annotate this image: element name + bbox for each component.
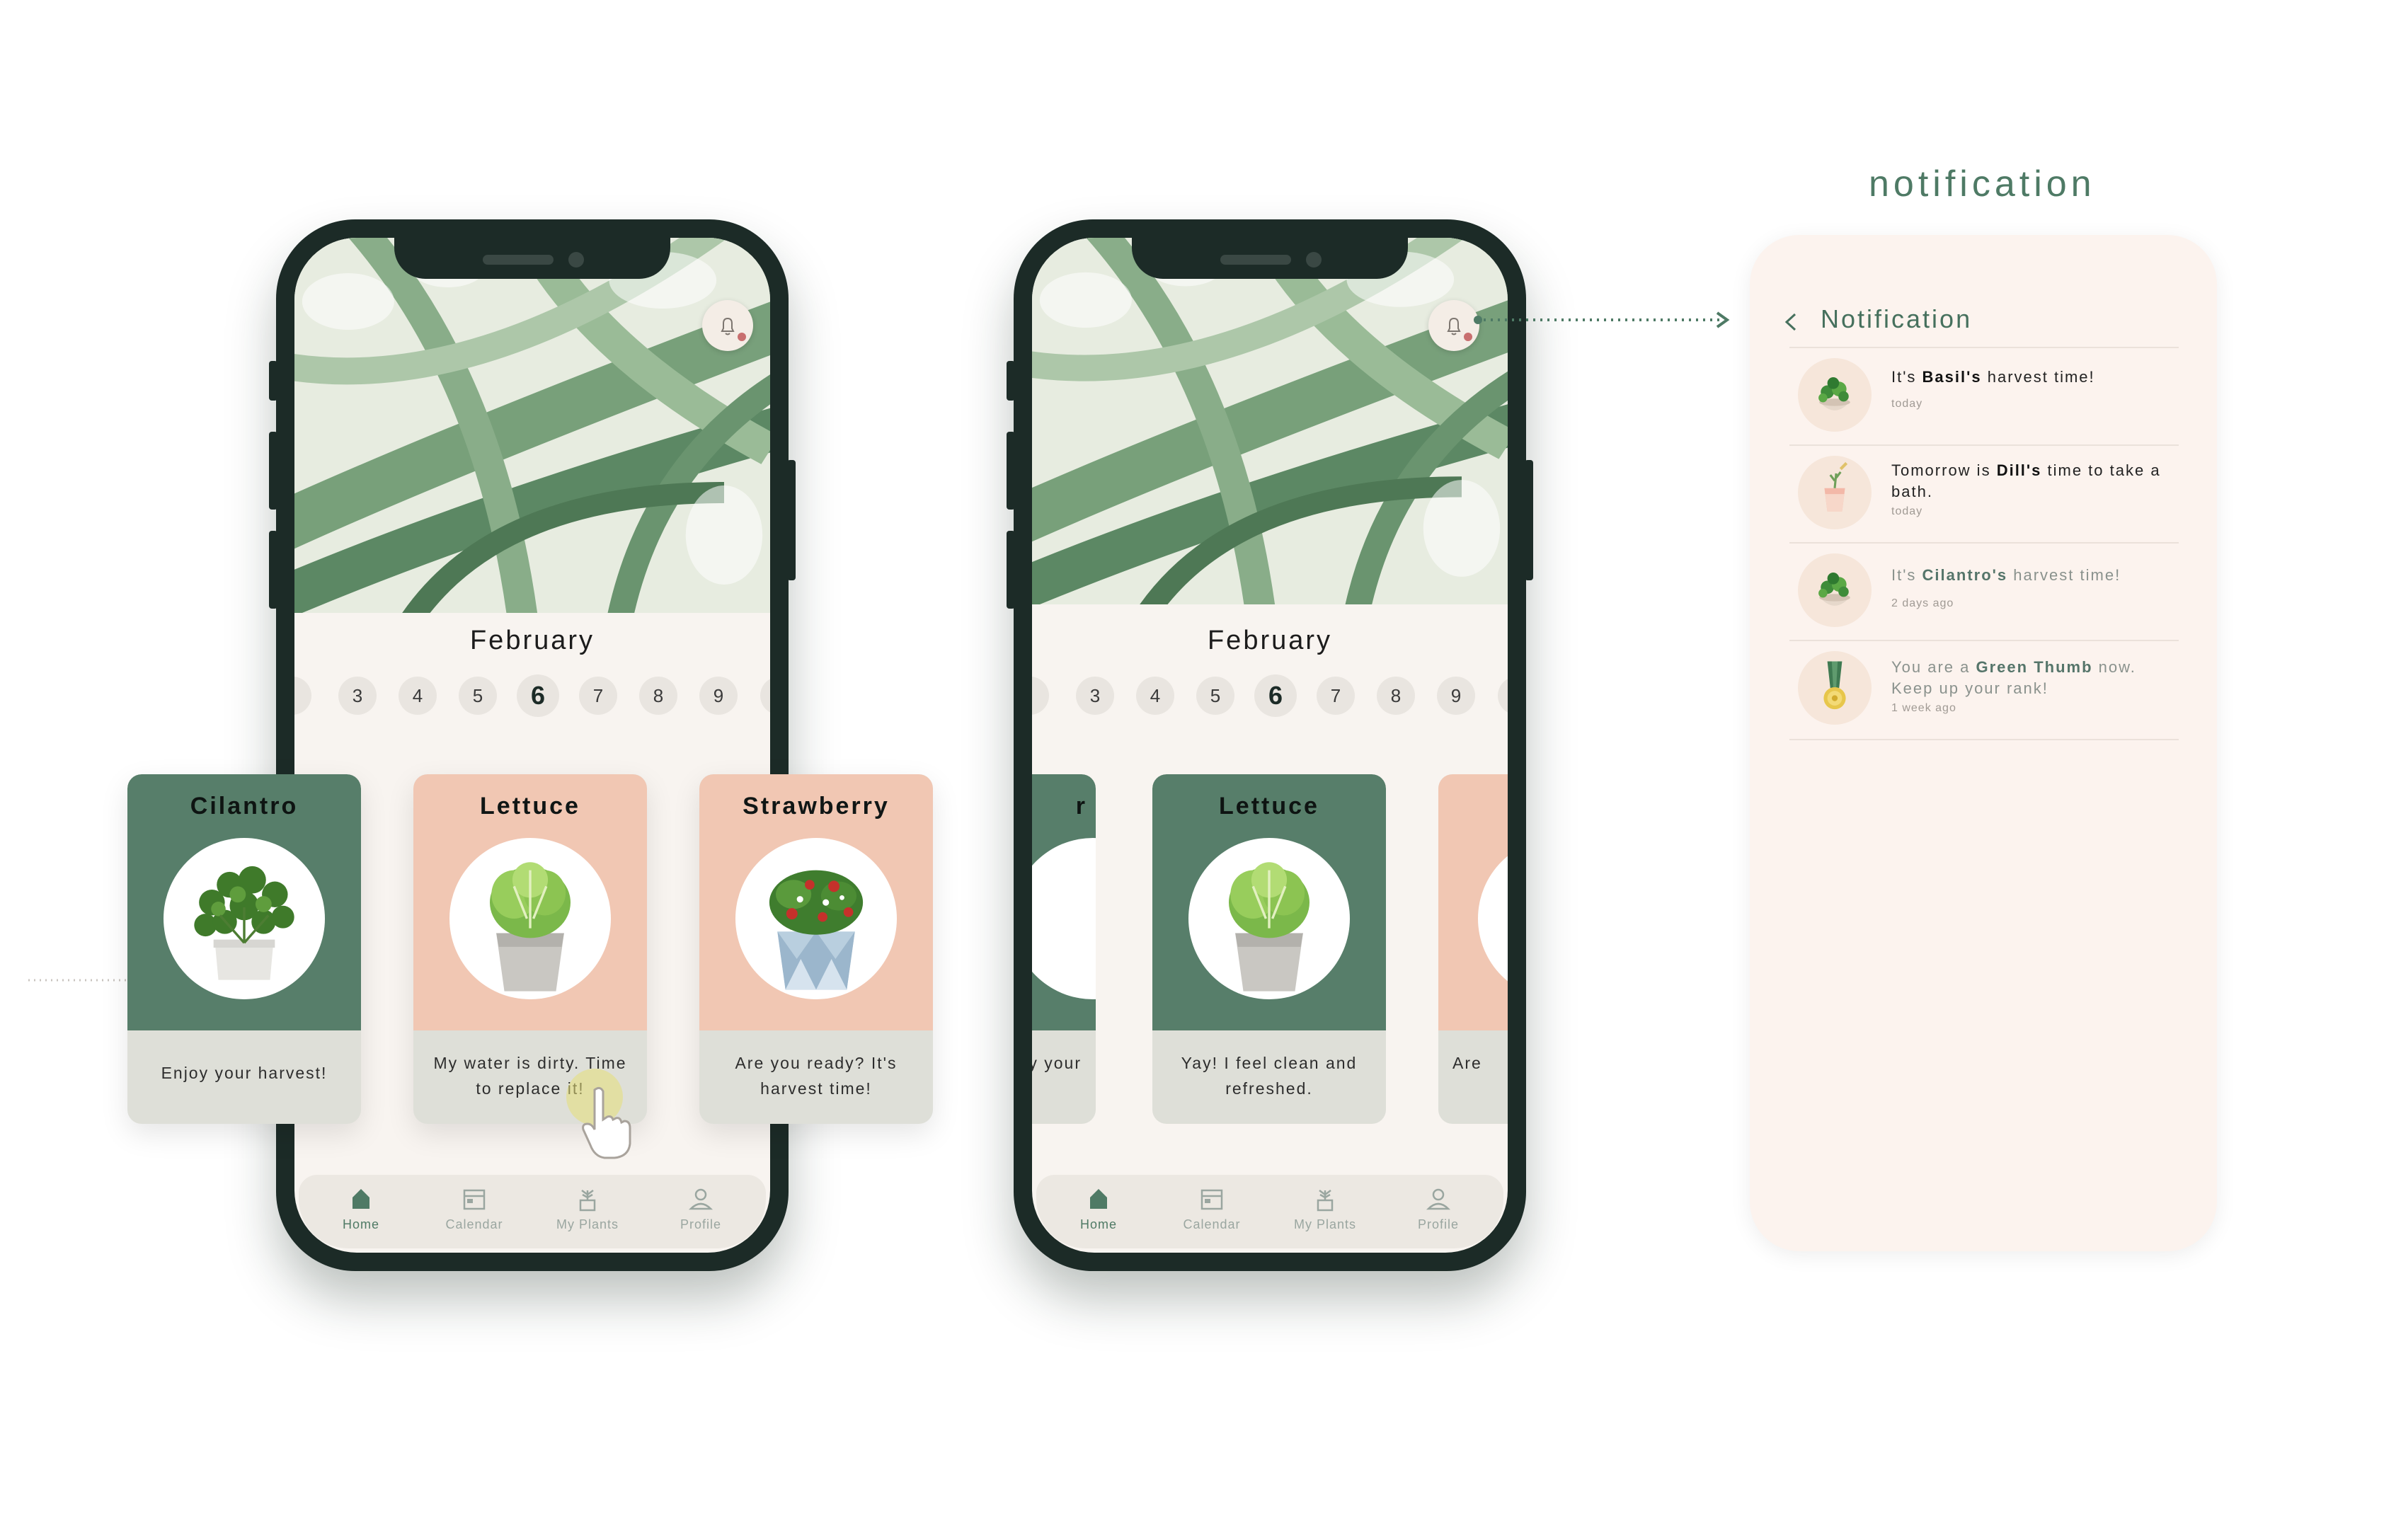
date-3[interactable]: 3 [1076,677,1114,715]
hand-pointer-icon [582,1086,631,1159]
notification-bell-icon[interactable] [702,300,753,351]
plant-card-lettuce[interactable]: Lettuce Yay! I feel clean and refreshed. [1152,774,1386,1124]
date-4[interactable]: 4 [399,677,437,715]
tab-home[interactable]: Home [1049,1185,1148,1232]
section-title: notification [1869,163,2096,205]
tab-my-plants[interactable]: My Plants [1276,1185,1375,1232]
hero-leaf-photo [1032,238,1508,604]
profile-icon [687,1185,715,1213]
date-3[interactable]: 3 [338,677,377,715]
tab-bar: Home Calendar My Plants Profile [299,1175,766,1248]
profile-icon [1424,1185,1452,1213]
card-message: Enjoy your harvest! [161,1064,328,1082]
notification-screen: Notification It's Basil's harvest time! t… [1750,235,2217,1251]
date-5[interactable]: 5 [1196,677,1234,715]
dill-icon [1798,456,1872,529]
date-7[interactable]: 7 [579,677,617,715]
plant-card-partial-right[interactable]: Are [1438,774,1508,1124]
tab-profile[interactable]: Profile [651,1185,750,1232]
plant-icon [1311,1185,1339,1213]
tab-home[interactable]: Home [311,1185,411,1232]
notification-bell-icon[interactable] [1428,300,1479,351]
card-message: Are you ready? It's harvest time! [735,1054,898,1098]
plant-card-partial-left[interactable]: r y your [1032,774,1096,1124]
tab-calendar[interactable]: Calendar [425,1185,524,1232]
date-partial[interactable] [760,677,770,715]
cilantro-icon [1798,553,1872,627]
notification-item[interactable]: Tomorrow is Dill's time to take a bath. t… [1789,444,2179,544]
month-title: February [1207,626,1333,655]
medal-icon [1798,651,1872,725]
plant-card-lettuce[interactable]: Lettuce My water is dirty. Time to repla… [413,774,647,1124]
date-strip[interactable]: 3 4 5 6 7 8 9 [1032,674,1508,719]
date-9[interactable]: 9 [699,677,738,715]
unread-dot [738,333,746,341]
home-icon [347,1185,375,1213]
plant-card-strawberry[interactable]: Strawberry Are you ready? It's harvest t… [699,774,933,1124]
connector-line-left [28,979,127,982]
calendar-icon [460,1185,488,1213]
chevron-left-icon[interactable] [1782,311,1799,333]
calendar-icon [1198,1185,1226,1213]
date-8[interactable]: 8 [1377,677,1415,715]
date-partial[interactable] [1498,677,1508,715]
date-partial[interactable] [294,677,311,715]
notification-item[interactable]: It's Cilantro's harvest time! 2 days ago [1789,542,2179,641]
unread-dot [1464,333,1472,341]
notification-header: Notification [1821,304,1973,333]
phone-right: February 3 4 5 6 7 8 9 r y your Lettuce … [1007,219,1533,1271]
date-5[interactable]: 5 [459,677,497,715]
plant-icon [573,1185,602,1213]
notification-item[interactable]: You are a Green Thumb now. Keep up your … [1789,640,2179,740]
date-partial[interactable] [1032,677,1049,715]
plant-image-lettuce [1188,838,1350,999]
tab-calendar[interactable]: Calendar [1162,1185,1261,1232]
card-title: Strawberry [743,793,890,820]
connector-arrow [1474,311,1730,328]
date-6-selected[interactable]: 6 [1254,674,1297,717]
hero-leaf-photo [294,238,770,613]
month-title: February [469,626,595,655]
date-4[interactable]: 4 [1136,677,1174,715]
plant-image [1032,838,1096,999]
basil-icon [1798,358,1872,432]
tab-my-plants[interactable]: My Plants [538,1185,637,1232]
date-strip[interactable]: 3 4 5 6 7 8 9 [294,674,770,719]
plant-card-cilantro[interactable]: Cilantro Enjoy your harvest! [127,774,361,1124]
home-icon [1084,1185,1113,1213]
card-title: Cilantro [190,793,299,820]
plant-image-lettuce [449,838,611,999]
date-6-selected[interactable]: 6 [517,674,559,717]
tab-bar: Home Calendar My Plants Profile [1036,1175,1503,1248]
card-title: r [1075,793,1087,820]
date-8[interactable]: 8 [639,677,677,715]
date-9[interactable]: 9 [1437,677,1475,715]
tab-profile[interactable]: Profile [1389,1185,1488,1232]
plant-image-cilantro [164,838,325,999]
home-screen-right: February 3 4 5 6 7 8 9 r y your Lettuce … [1032,238,1508,1253]
plant-image-strawberry [735,838,897,999]
card-message: Are [1452,1054,1482,1072]
card-title: Lettuce [480,793,580,820]
card-title: Lettuce [1219,793,1319,820]
card-message: Yay! I feel clean and refreshed. [1181,1054,1358,1098]
card-message: y your [1032,1054,1082,1072]
notification-item[interactable]: It's Basil's harvest time! today [1789,347,2179,446]
date-7[interactable]: 7 [1317,677,1355,715]
